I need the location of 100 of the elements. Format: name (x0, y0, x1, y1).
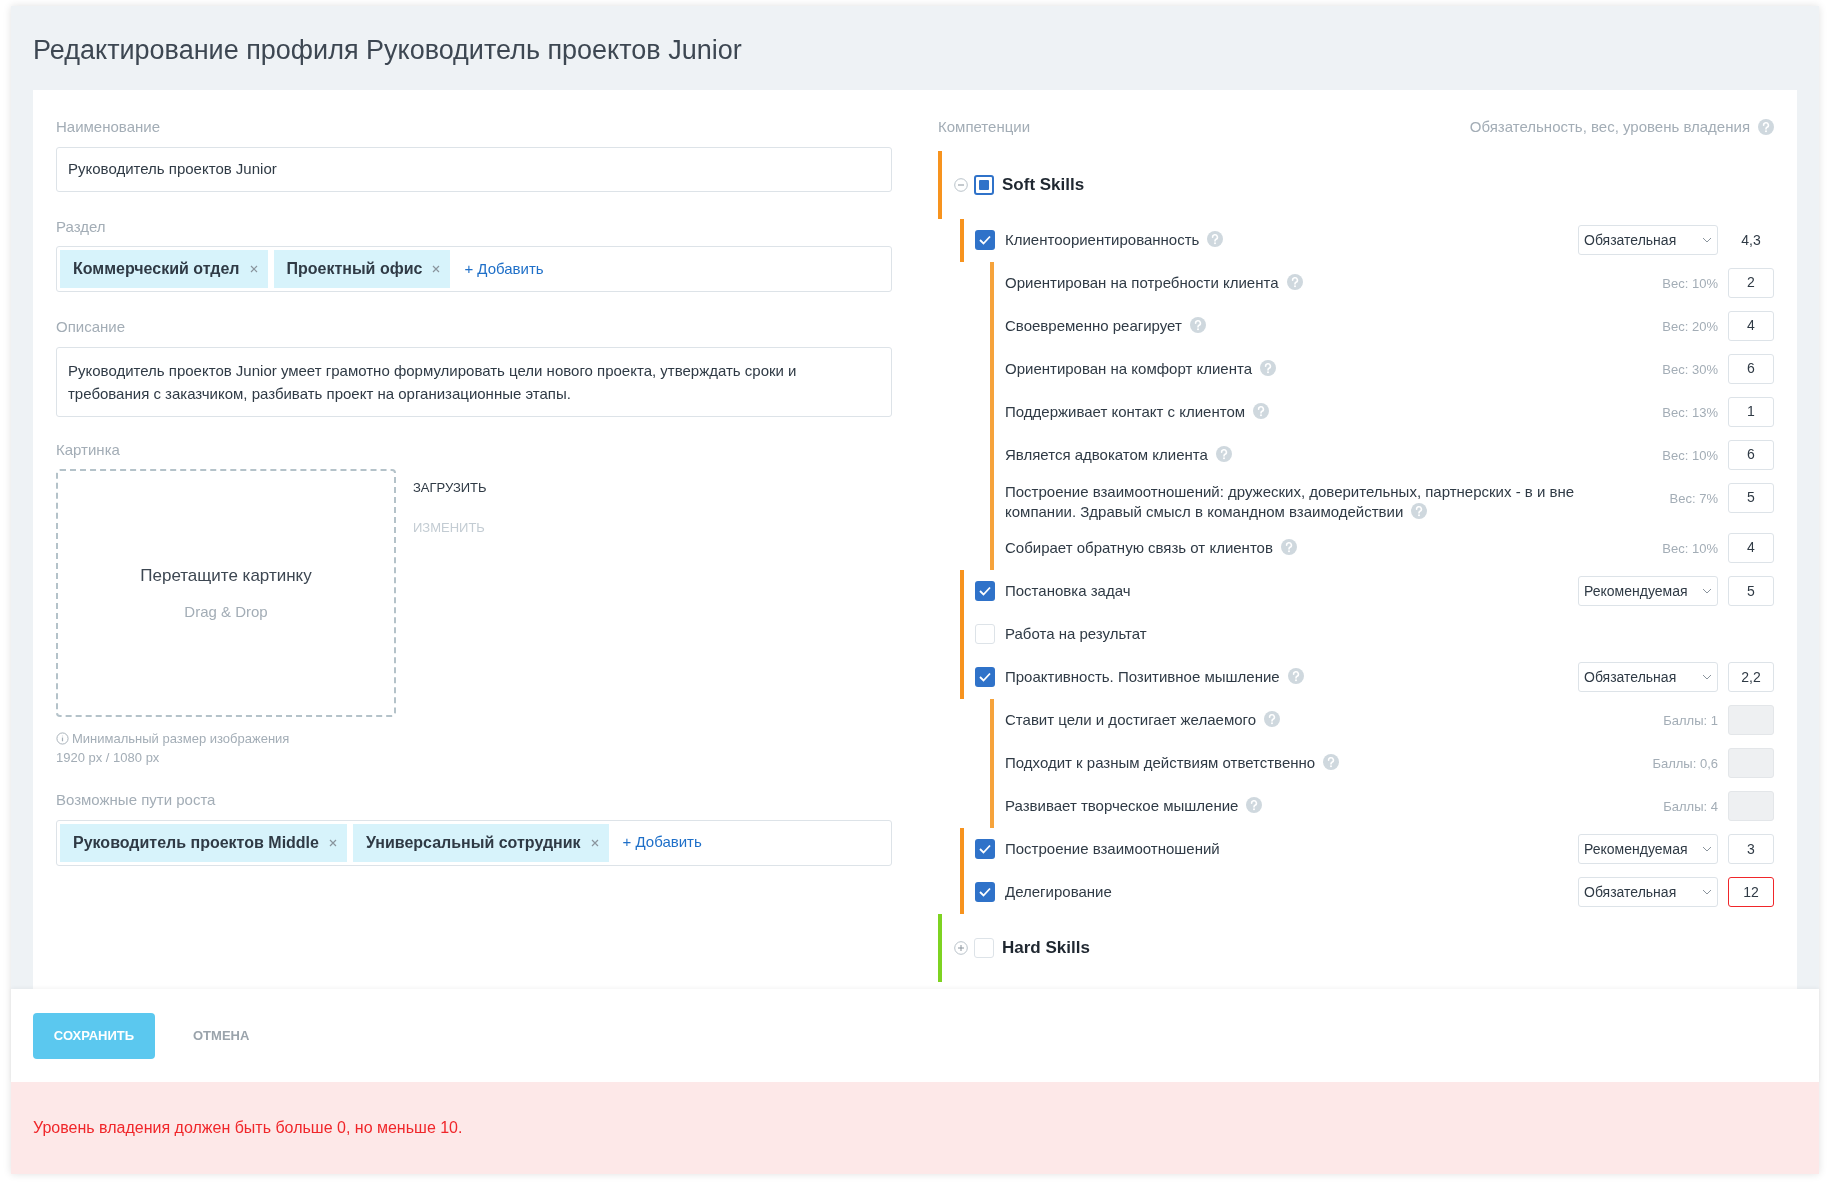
chevron-down-icon (1702, 588, 1712, 594)
indicator-name: Ставит цели и достигает желаемого (1005, 710, 1281, 730)
score-value: 4,3 (1740, 230, 1762, 250)
score-input[interactable]: 2,2 (1728, 662, 1774, 692)
close-icon[interactable] (590, 838, 599, 847)
indicator-meta: Вес: 10% (1662, 539, 1718, 558)
indicator-meta: Вес: 30% (1662, 360, 1718, 379)
indicator-name: Поддерживает контакт с клиентом (1005, 402, 1270, 422)
competency-name: Проактивность. Позитивное мышление (1005, 665, 1304, 689)
requirement-select[interactable]: Рекомендуемая (1578, 576, 1718, 606)
indicator-name: Подходит к разным действиям ответственно (1005, 753, 1340, 773)
competency-name: Работа на результат (1005, 623, 1147, 644)
requirement-select[interactable]: Обязательная (1578, 225, 1718, 255)
close-icon[interactable] (432, 265, 441, 273)
close-icon[interactable] (328, 838, 337, 847)
collapse-icon[interactable] (954, 177, 968, 192)
competency-name: Клиентоориентированность (1005, 228, 1224, 252)
score-input[interactable]: 4 (1728, 310, 1774, 341)
score-input[interactable]: 6 (1728, 353, 1774, 384)
section-title: Компетенции (938, 117, 1031, 137)
competency-name: Построение взаимоотношений (1005, 838, 1220, 859)
name-input[interactable]: Руководитель проектов Junior (56, 146, 892, 192)
size-hint: Минимальный размер изображения (72, 730, 290, 748)
field-label: Описание (56, 317, 127, 337)
indicator-name: Является адвокатом клиента (1005, 445, 1232, 465)
description-textarea[interactable]: Руководитель проектов Junior умеет грамотно формулировать цели нового проекта, утверждать сроки и требования с заказчиком, разбивать проект на организационные этапы. (56, 346, 892, 417)
indicator-meta: Баллы: 4 (1663, 797, 1718, 816)
indicator-meta: Вес: 10% (1662, 446, 1718, 465)
checkbox[interactable] (975, 667, 995, 687)
check-icon (979, 887, 991, 897)
check-icon (979, 672, 991, 682)
tag-label: Руководитель проектов Middle (73, 832, 319, 853)
group-name[interactable]: Hard Skills (1002, 934, 1090, 961)
tag-label: Универсальный сотрудник (365, 832, 581, 853)
check-icon (979, 844, 991, 854)
add-link[interactable]: + Добавить (464, 257, 544, 281)
tag-field[interactable]: Коммерческий отдел Проектный офис + Добавить (56, 246, 892, 292)
score-input[interactable]: 4 (1728, 532, 1774, 563)
help-icon[interactable] (1207, 230, 1224, 247)
indicator-meta: Вес: 13% (1662, 403, 1718, 422)
checkbox[interactable] (975, 581, 995, 601)
error-message: Уровень владения должен быть больше 0, но меньше 10. (33, 1118, 463, 1138)
field-label: Возможные пути роста (56, 790, 217, 810)
help-icon[interactable] (1287, 667, 1304, 684)
indicator-meta: Баллы: 1 (1663, 711, 1718, 730)
help-icon[interactable] (1215, 446, 1232, 462)
indicator-name: Ориентирован на комфорт клиента (1005, 359, 1276, 379)
requirement-select[interactable]: Рекомендуемая (1578, 834, 1718, 864)
competency-name: Постановка задач (1005, 580, 1131, 601)
drop-zone[interactable]: Перетащите картинку Drag & Drop (56, 469, 396, 717)
field-label: Наименование (56, 117, 161, 137)
competency-name: Делегирование (1005, 881, 1112, 902)
checkbox[interactable] (975, 882, 995, 902)
column-header: Обязательность, вес, уровень владения (1469, 117, 1750, 137)
requirement-select[interactable]: Обязательная (1578, 662, 1718, 692)
tag-field[interactable]: Руководитель проектов Middle Универсальный сотрудник + Добавить (56, 819, 892, 866)
group-name[interactable]: Soft Skills (1002, 171, 1085, 198)
indicator-meta: Баллы: 0,6 (1652, 754, 1718, 773)
field-label: Картинка (56, 439, 121, 460)
indicator-meta: Вес: 20% (1662, 317, 1718, 336)
tag-label: Проектный офис (286, 259, 423, 279)
size-hint: 1920 px / 1080 px (56, 749, 160, 767)
indicator-meta: Вес: 10% (1662, 274, 1718, 293)
indicator-name: Своевременно реагирует (1005, 316, 1206, 336)
help-icon[interactable] (1280, 539, 1297, 555)
expand-icon[interactable] (954, 940, 968, 955)
score-input[interactable]: 6 (1728, 439, 1774, 470)
upload-action[interactable]: ЗАГРУЗИТЬ (413, 478, 487, 498)
check-icon (979, 586, 991, 596)
score-input[interactable]: 12 (1728, 877, 1774, 907)
chevron-down-icon (1702, 846, 1712, 852)
help-icon[interactable] (1286, 274, 1303, 290)
help-icon[interactable] (1189, 317, 1206, 333)
info-icon (56, 732, 69, 745)
field-label: Раздел (56, 216, 107, 237)
help-icon[interactable] (1411, 502, 1428, 519)
checkbox[interactable] (975, 230, 995, 250)
chevron-down-icon (1702, 889, 1712, 895)
requirement-select[interactable]: Обязательная (1578, 877, 1718, 907)
score-input[interactable]: 5 (1728, 576, 1774, 606)
score-input[interactable]: 2 (1728, 267, 1774, 298)
close-icon[interactable] (249, 265, 258, 273)
score-input[interactable]: 1 (1728, 396, 1774, 427)
help-icon[interactable] (1758, 119, 1774, 136)
tag-label: Коммерческий отдел (73, 259, 240, 279)
indicator-meta: Вес: 7% (1669, 489, 1718, 508)
checkbox[interactable] (975, 839, 995, 859)
checkbox[interactable] (974, 174, 994, 195)
indicator-name: Собирает обратную связь от клиентов (1005, 538, 1297, 558)
score-input[interactable]: 5 (1728, 482, 1774, 513)
indicator-name: Построение взаимоотношений: дружеских, доверительных, партнерских - в и вне компании. Здравый смысл в командном взаимодействии (1005, 481, 1576, 522)
score-input[interactable]: 3 (1728, 834, 1774, 864)
indicator-name: Развивает творческое мышление (1005, 796, 1263, 816)
indicator-name: Ориентирован на потребности клиента (1005, 273, 1303, 293)
help-icon[interactable] (1253, 403, 1270, 419)
help-icon[interactable] (1260, 360, 1276, 376)
drop-hint: Drag & Drop (184, 601, 268, 622)
add-link[interactable]: + Добавить (622, 831, 702, 854)
drop-title: Перетащите картинку (140, 565, 312, 587)
check-icon (979, 235, 991, 245)
